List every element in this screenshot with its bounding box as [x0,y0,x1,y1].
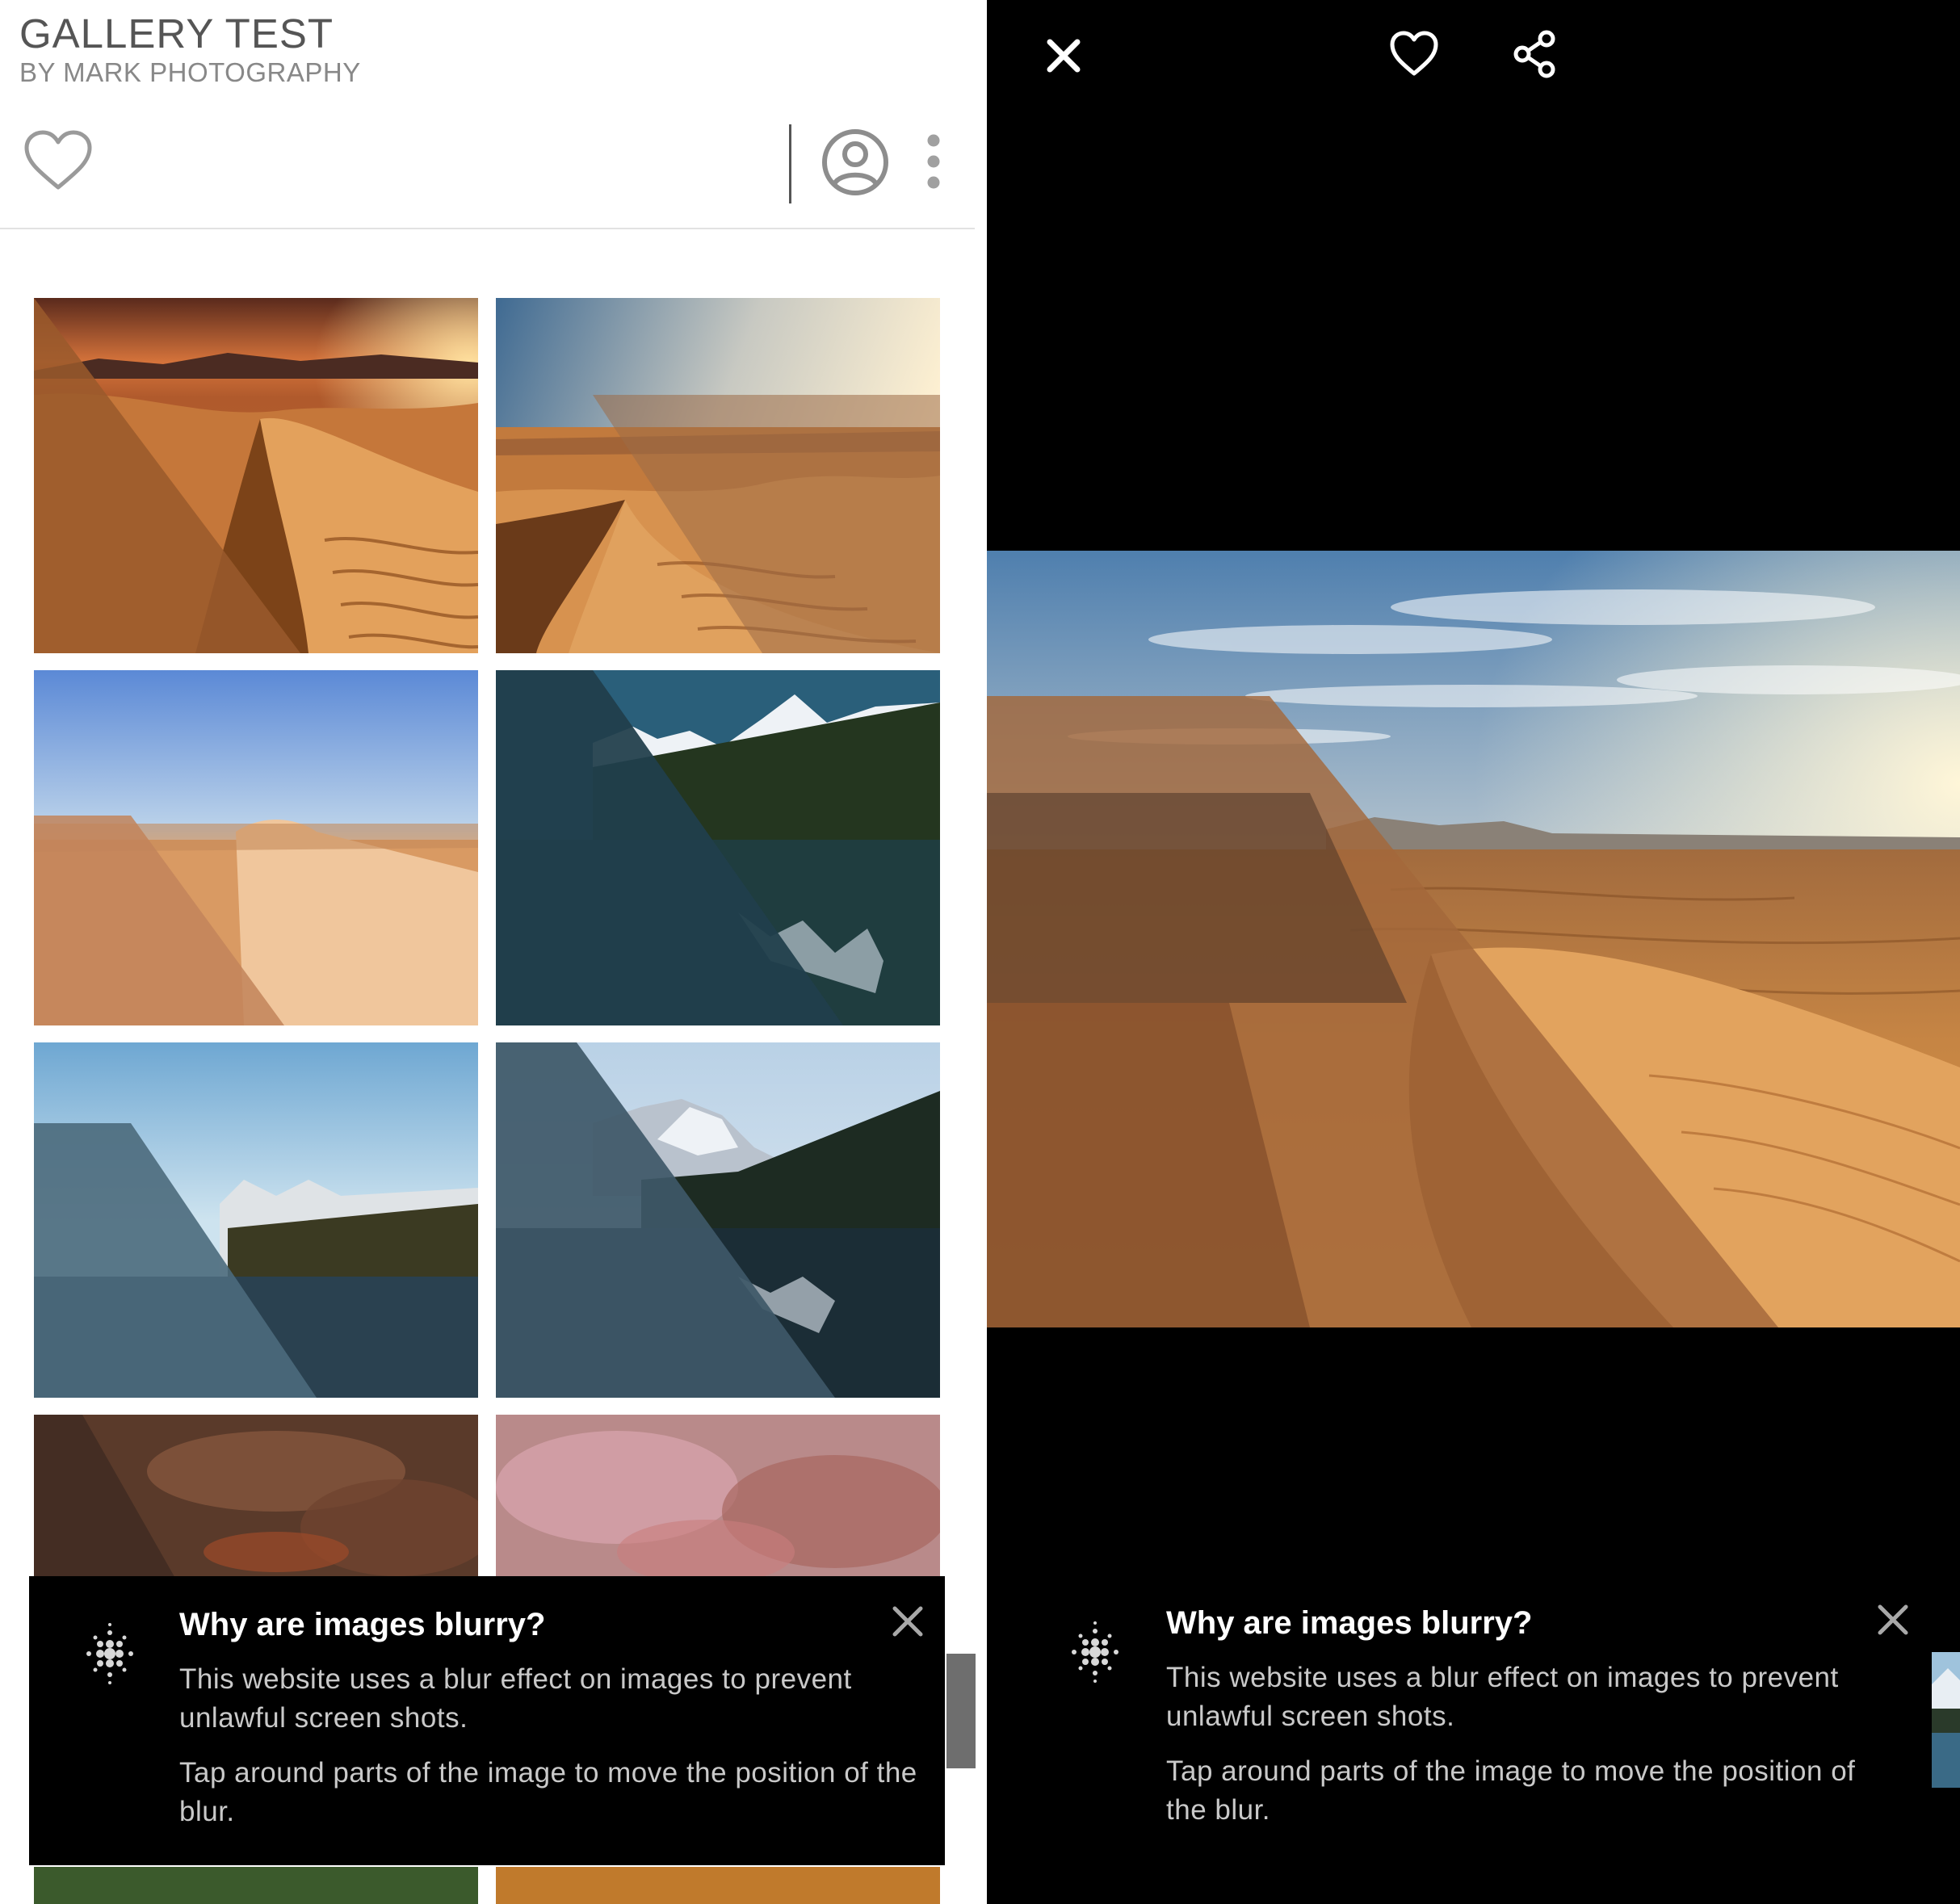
gallery-panel: GALLERY TEST BY MARK PHOTOGRAPHY Why are… [0,0,987,1904]
gallery-image[interactable] [496,670,940,1025]
gallery-image[interactable] [34,670,478,1025]
close-icon[interactable] [1875,1602,1911,1638]
image-viewer: Why are images blurry? This website uses… [987,0,1960,1904]
notice-body-2: Tap around parts of the image to move th… [1166,1755,1856,1826]
snowy-mountain-photo [496,1042,940,1398]
mountain-lake-photo [496,670,940,1025]
blur-dots-icon [86,1623,133,1684]
share-icon[interactable] [1512,29,1557,79]
notice-body-1: This website uses a blur effect on image… [1166,1662,1839,1732]
gallery-title: GALLERY TEST [19,10,334,57]
gallery-image-peek [34,1867,478,1904]
close-icon[interactable] [1045,37,1082,74]
header-divider [0,228,975,229]
viewer-image[interactable] [987,551,1960,1327]
scrollbar-thumb[interactable] [946,1654,976,1768]
close-icon[interactable] [890,1604,925,1639]
gallery-image[interactable] [34,1042,478,1398]
gallery-subtitle: BY MARK PHOTOGRAPHY [19,57,361,87]
gallery-image[interactable] [496,298,940,653]
gallery-image-peek [496,1867,940,1904]
notice-heading: Why are images blurry? [179,1607,546,1642]
more-vertical-icon[interactable] [922,133,945,190]
notice-body-2: Tap around parts of the image to move th… [179,1757,917,1827]
desert-ridge-photo [496,298,940,653]
desert-dunes-sunset-photo [34,298,478,653]
gallery-image[interactable] [34,298,478,653]
next-image-thumbnail[interactable] [1932,1652,1960,1788]
heart-outline-icon[interactable] [23,129,94,192]
mountain-lake-thumbnail [1932,1652,1960,1788]
blur-dots-icon [1072,1621,1119,1683]
heart-outline-icon[interactable] [1389,31,1439,78]
gallery-image[interactable] [496,1042,940,1398]
desert-dunes-sunrise-photo [987,551,1960,1327]
notice-heading: Why are images blurry? [1166,1605,1533,1641]
lake-forest-photo [34,1042,478,1398]
toolbar-divider [789,124,791,203]
blur-notice: Why are images blurry? This website uses… [29,1576,945,1865]
sand-dune-photo [34,670,478,1025]
blur-notice: Why are images blurry? This website uses… [987,1575,1960,1865]
user-circle-icon[interactable] [821,128,890,197]
notice-body-1: This website uses a blur effect on image… [179,1663,852,1734]
